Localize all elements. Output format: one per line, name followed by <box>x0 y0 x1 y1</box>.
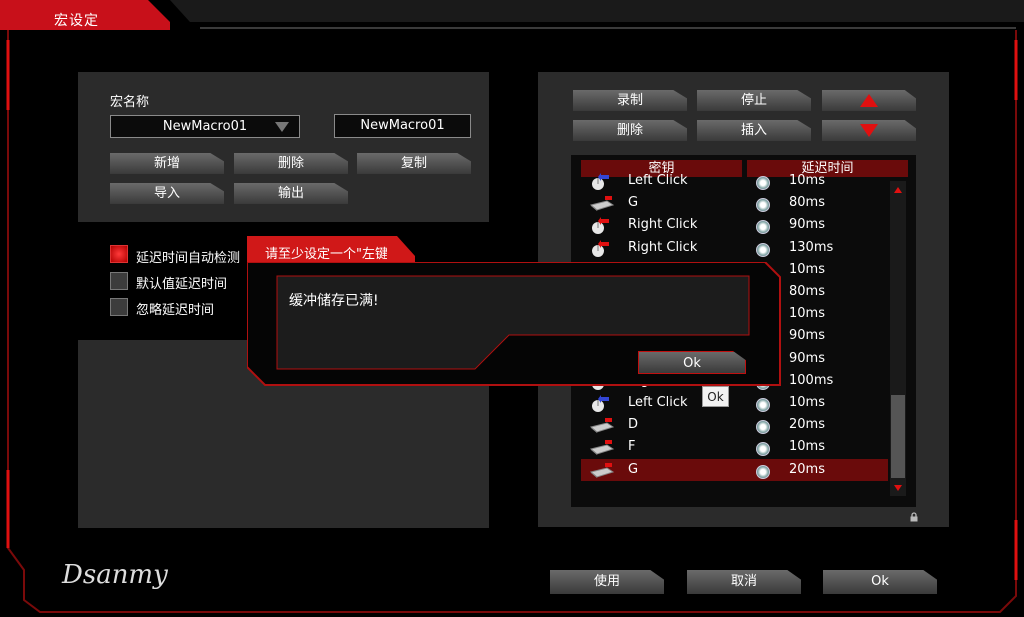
warning-dialog-title: 请至少设定一个"左键 <box>265 247 387 262</box>
column-header-delay: 延迟时间 <box>747 160 908 177</box>
macro-select-dropdown[interactable]: NewMacro01 <box>110 115 300 138</box>
step-delay[interactable]: 10ms <box>789 262 825 277</box>
copy-macro-button[interactable]: 复制 <box>357 153 471 174</box>
brand-logo: Dsanmy <box>62 560 168 590</box>
clock-icon <box>756 176 770 190</box>
export-macro-button[interactable]: 输出 <box>234 183 348 204</box>
window-title: 宏设定 <box>54 13 99 29</box>
step-delay[interactable]: 20ms <box>789 462 825 477</box>
dialog-message: 缓冲储存已满! <box>289 293 379 309</box>
step-key[interactable]: F <box>628 439 635 454</box>
ignore-delay-label: 忽略延迟时间 <box>136 303 215 318</box>
lock-icon <box>910 512 918 522</box>
mouse-left-icon <box>589 395 611 417</box>
auto-detect-label: 延迟时间自动检测 <box>136 251 241 266</box>
mouse-right-icon <box>589 217 611 239</box>
step-delay[interactable]: 10ms <box>789 306 825 321</box>
step-key[interactable]: D <box>628 417 638 432</box>
step-delay[interactable]: 80ms <box>789 195 825 210</box>
ok-tooltip: Ok <box>702 386 729 407</box>
clock-icon <box>756 220 770 234</box>
arrow-up-icon <box>860 94 878 107</box>
scroll-up-icon[interactable] <box>893 186 903 194</box>
ok-button[interactable]: Ok <box>823 570 937 594</box>
default-delay-label: 默认值延迟时间 <box>136 277 228 292</box>
step-key[interactable]: Left Click <box>628 395 688 410</box>
step-key[interactable]: Left Click <box>628 173 688 188</box>
step-delay[interactable]: 20ms <box>789 417 825 432</box>
step-key[interactable]: G <box>628 462 638 477</box>
step-key[interactable]: Right Click <box>628 240 697 255</box>
cancel-button[interactable]: 取消 <box>687 570 801 594</box>
mouse-right-icon <box>589 240 611 262</box>
chevron-down-icon <box>275 122 289 132</box>
step-delay[interactable]: 10ms <box>789 395 825 410</box>
step-delay[interactable]: 10ms <box>789 173 825 188</box>
dialog-ok-button[interactable]: Ok <box>638 351 746 374</box>
arrow-down-icon <box>860 124 878 137</box>
step-delay[interactable]: 90ms <box>789 351 825 366</box>
clock-icon <box>756 442 770 456</box>
keyboard-icon <box>589 417 615 437</box>
add-macro-button[interactable]: 新增 <box>110 153 224 174</box>
clock-icon <box>756 198 770 212</box>
step-delay[interactable]: 90ms <box>789 217 825 232</box>
insert-step-button[interactable]: 插入 <box>697 120 811 141</box>
stop-button[interactable]: 停止 <box>697 90 811 111</box>
clock-icon <box>756 420 770 434</box>
step-delay[interactable]: 10ms <box>789 439 825 454</box>
clock-icon <box>756 243 770 257</box>
auto-detect-checkbox[interactable] <box>110 245 128 263</box>
step-key[interactable]: G <box>628 195 638 210</box>
list-scrollbar-thumb[interactable] <box>891 395 905 478</box>
clock-icon <box>756 465 770 479</box>
step-key[interactable]: Right Click <box>628 217 697 232</box>
macro-name-label: 宏名称 <box>110 95 150 110</box>
step-delay[interactable]: 80ms <box>789 284 825 299</box>
move-up-button[interactable] <box>822 90 916 111</box>
keyboard-icon <box>589 462 615 482</box>
delete-macro-button[interactable]: 删除 <box>234 153 348 174</box>
record-button[interactable]: 录制 <box>573 90 687 111</box>
macro-select-value: NewMacro01 <box>162 119 248 134</box>
step-delay[interactable]: 100ms <box>789 373 833 388</box>
macro-name-input[interactable]: NewMacro01 <box>334 114 471 138</box>
ignore-delay-checkbox[interactable] <box>110 298 128 316</box>
clock-icon <box>756 398 770 412</box>
keyboard-icon <box>589 195 615 215</box>
step-delay[interactable]: 90ms <box>789 328 825 343</box>
move-down-button[interactable] <box>822 120 916 141</box>
apply-button[interactable]: 使用 <box>550 570 664 594</box>
delete-step-button[interactable]: 删除 <box>573 120 687 141</box>
default-delay-checkbox[interactable] <box>110 272 128 290</box>
mouse-left-icon <box>589 173 611 195</box>
scroll-down-icon[interactable] <box>893 484 903 492</box>
import-macro-button[interactable]: 导入 <box>110 183 224 204</box>
step-delay[interactable]: 130ms <box>789 240 833 255</box>
keyboard-icon <box>589 439 615 459</box>
